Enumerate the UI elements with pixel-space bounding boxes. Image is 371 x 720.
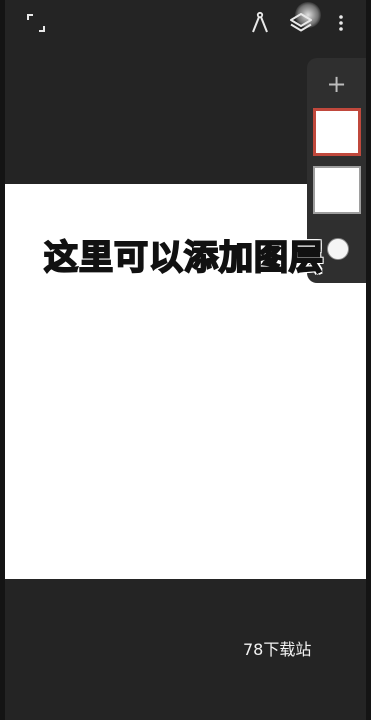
layers-icon[interactable] [283,6,319,40]
layer-thumbnail-selected[interactable] [313,108,361,156]
ruler-compass-icon[interactable] [248,10,272,36]
drawing-app-screen: + 这里可以添加图层 78下载站 [0,0,371,720]
add-layer-button[interactable]: + [307,64,366,104]
fullscreen-icon[interactable] [25,12,47,34]
tutorial-caption: 这里可以添加图层 [43,237,324,279]
top-toolbar [5,0,366,46]
right-bezel [366,0,371,720]
watermark: 78下载站 [243,640,312,659]
more-vertical-icon[interactable] [331,10,351,36]
layer-thumbnail[interactable] [313,166,361,214]
